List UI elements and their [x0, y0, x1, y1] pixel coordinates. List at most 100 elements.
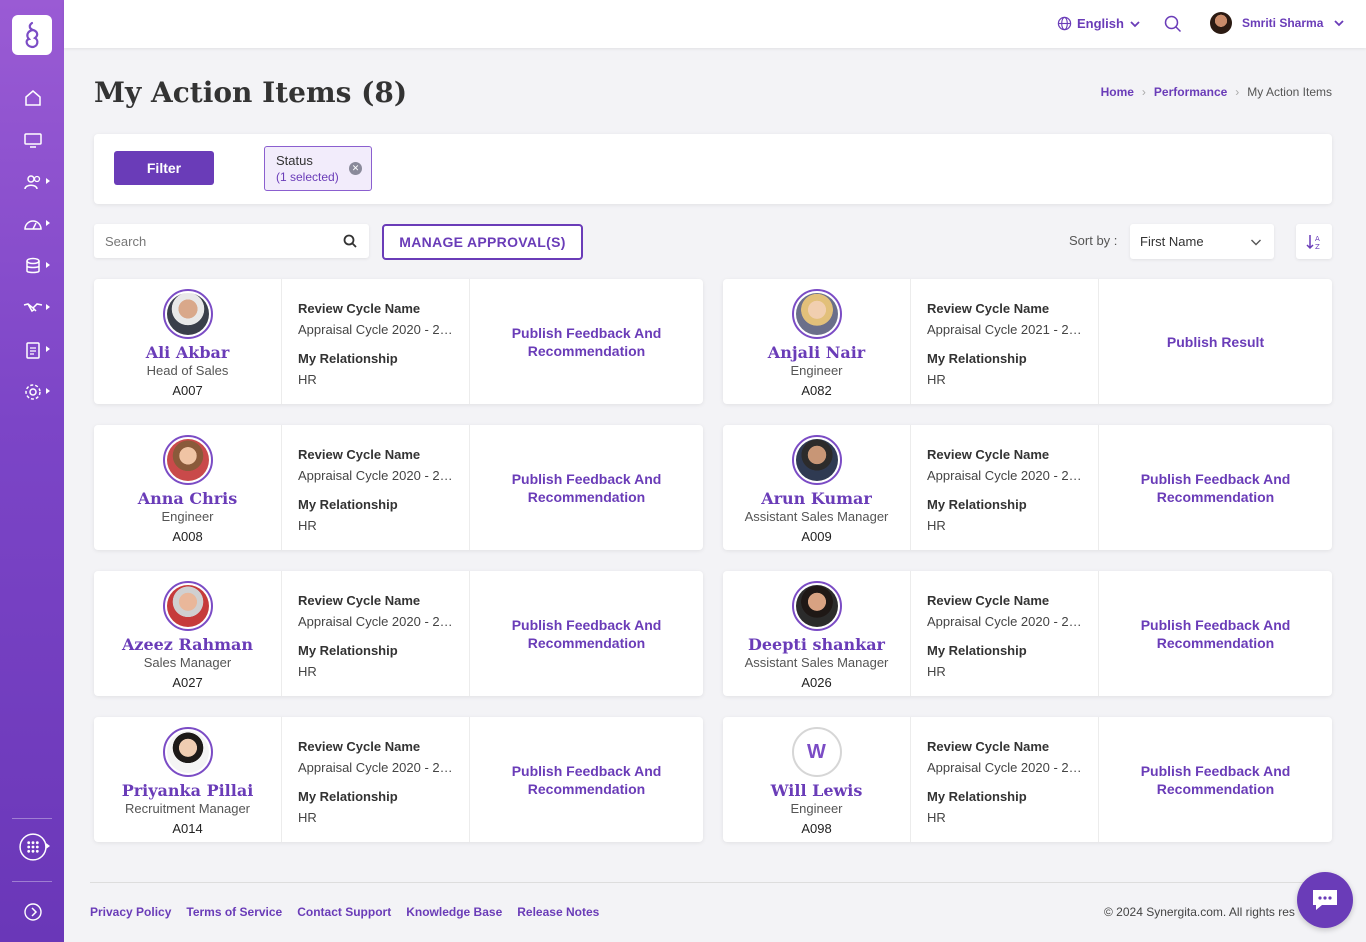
language-label: English — [1077, 16, 1124, 31]
employee-id: A098 — [801, 821, 832, 836]
footer-divider — [90, 882, 1332, 883]
employee-avatar[interactable] — [162, 289, 213, 339]
action-link[interactable]: Publish Feedback And Recommendation — [1131, 616, 1301, 652]
action-cell: Publish Feedback And Recommendation — [470, 571, 703, 696]
contact-support-link[interactable]: Contact Support — [297, 905, 391, 919]
apps-grid-icon[interactable] — [18, 833, 50, 861]
employee-name[interactable]: Azeez Rahman — [94, 635, 281, 654]
sort-by-select[interactable]: First Name — [1130, 224, 1274, 259]
search-input[interactable] — [94, 224, 334, 258]
employee-role: Engineer — [790, 363, 843, 378]
database-icon[interactable] — [18, 253, 50, 279]
monitor-icon[interactable] — [18, 127, 48, 153]
home-icon[interactable] — [18, 85, 48, 111]
employee-avatar[interactable] — [162, 435, 213, 485]
manage-approvals-button[interactable]: MANAGE APPROVAL(S) — [382, 224, 583, 260]
employee-info: Deepti shankar Assistant Sales Manager A… — [723, 571, 911, 696]
avatar-image — [166, 585, 209, 627]
chat-bubble-icon — [1313, 890, 1337, 910]
status-filter-chip[interactable]: Status (1 selected) ✕ — [264, 146, 372, 191]
employee-avatar[interactable] — [162, 581, 213, 631]
employee-avatar[interactable] — [791, 581, 842, 631]
review-cycle-label: Review Cycle Name — [298, 593, 421, 608]
avatar-image — [166, 731, 209, 773]
action-item-card: Deepti shankar Assistant Sales Manager A… — [723, 571, 1332, 696]
employee-id: A082 — [801, 383, 832, 398]
employee-id: A014 — [172, 821, 203, 836]
user-avatar — [1210, 12, 1232, 34]
employee-name[interactable]: Anjali Nair — [723, 343, 910, 362]
action-link[interactable]: Publish Feedback And Recommendation — [1131, 470, 1301, 506]
action-item-card: Arun Kumar Assistant Sales Manager A009 … — [723, 425, 1332, 550]
action-item-card: W Will Lewis Engineer A098 Review Cycle … — [723, 717, 1332, 842]
relationship-value: HR — [927, 810, 946, 825]
employee-avatar[interactable] — [791, 289, 842, 339]
relationship-label: My Relationship — [298, 351, 398, 366]
svg-text:A: A — [1315, 235, 1320, 243]
dashboard-gauge-icon[interactable] — [18, 211, 50, 237]
employee-name[interactable]: Will Lewis — [723, 781, 910, 800]
employee-name[interactable]: Priyanka Pillai — [94, 781, 281, 800]
avatar-image — [166, 439, 209, 481]
language-selector[interactable]: English — [1057, 16, 1141, 31]
sort-direction-button[interactable]: A Z — [1296, 224, 1332, 259]
employee-avatar[interactable]: W — [791, 727, 842, 777]
relationship-label: My Relationship — [298, 789, 398, 804]
action-link[interactable]: Publish Result — [1131, 333, 1301, 351]
expand-arrow-icon — [46, 304, 50, 310]
clipboard-icon[interactable] — [18, 337, 50, 363]
employee-name[interactable]: Arun Kumar — [723, 489, 910, 508]
review-details: Review Cycle Name Appraisal Cycle 2020 -… — [282, 717, 470, 842]
handshake-icon[interactable] — [18, 295, 50, 321]
action-link[interactable]: Publish Feedback And Recommendation — [502, 616, 672, 652]
privacy-policy-link[interactable]: Privacy Policy — [90, 905, 171, 919]
employee-info: Ali Akbar Head of Sales A007 — [94, 279, 282, 404]
remove-chip-icon[interactable]: ✕ — [349, 162, 362, 175]
terms-link[interactable]: Terms of Service — [186, 905, 282, 919]
employee-info: Azeez Rahman Sales Manager A027 — [94, 571, 282, 696]
employee-name[interactable]: Deepti shankar — [723, 635, 910, 654]
avatar-image — [795, 293, 838, 335]
relationship-value: HR — [298, 810, 317, 825]
action-link[interactable]: Publish Feedback And Recommendation — [1131, 762, 1301, 798]
chat-button[interactable] — [1297, 872, 1353, 928]
user-menu[interactable]: Smriti Sharma — [1210, 12, 1345, 34]
expand-arrow-icon — [46, 388, 50, 394]
breadcrumb-performance[interactable]: Performance — [1154, 85, 1227, 99]
action-item-card: Anna Chris Engineer A008 Review Cycle Na… — [94, 425, 703, 550]
people-icon[interactable] — [18, 169, 50, 195]
action-link[interactable]: Publish Feedback And Recommendation — [502, 470, 672, 506]
action-cell: Publish Feedback And Recommendation — [1099, 425, 1332, 550]
review-details: Review Cycle Name Appraisal Cycle 2020 -… — [282, 571, 470, 696]
header-search-button[interactable] — [1164, 15, 1182, 38]
knowledge-base-link[interactable]: Knowledge Base — [406, 905, 502, 919]
avatar-image — [795, 585, 838, 627]
relationship-value: HR — [927, 664, 946, 679]
settings-gear-icon[interactable] — [18, 379, 50, 405]
action-link[interactable]: Publish Feedback And Recommendation — [502, 324, 672, 360]
search-icon[interactable] — [343, 234, 357, 248]
relationship-label: My Relationship — [927, 497, 1027, 512]
app-logo[interactable] — [12, 15, 52, 55]
expand-sidebar-icon[interactable] — [18, 899, 48, 925]
filter-button[interactable]: Filter — [114, 151, 214, 185]
sort-alpha-icon: A Z — [1306, 234, 1320, 251]
release-notes-link[interactable]: Release Notes — [517, 905, 599, 919]
employee-info: W Will Lewis Engineer A098 — [723, 717, 911, 842]
action-item-card: Priyanka Pillai Recruitment Manager A014… — [94, 717, 703, 842]
review-details: Review Cycle Name Appraisal Cycle 2020 -… — [911, 717, 1099, 842]
review-cycle-value: Appraisal Cycle 2020 - 2021 — [927, 468, 1085, 483]
action-link[interactable]: Publish Feedback And Recommendation — [502, 762, 672, 798]
employee-avatar[interactable] — [791, 435, 842, 485]
employee-id: A027 — [172, 675, 203, 690]
review-cycle-value: Appraisal Cycle 2020 - 2021 — [298, 614, 456, 629]
employee-info: Anjali Nair Engineer A082 — [723, 279, 911, 404]
filter-panel: Filter Status (1 selected) ✕ — [94, 134, 1332, 204]
employee-avatar[interactable] — [162, 727, 213, 777]
action-cell: Publish Feedback And Recommendation — [470, 279, 703, 404]
svg-text:Z: Z — [1315, 243, 1320, 251]
employee-name[interactable]: Anna Chris — [94, 489, 281, 508]
breadcrumb-home[interactable]: Home — [1101, 85, 1134, 99]
employee-role: Assistant Sales Manager — [744, 509, 889, 524]
employee-name[interactable]: Ali Akbar — [94, 343, 281, 362]
